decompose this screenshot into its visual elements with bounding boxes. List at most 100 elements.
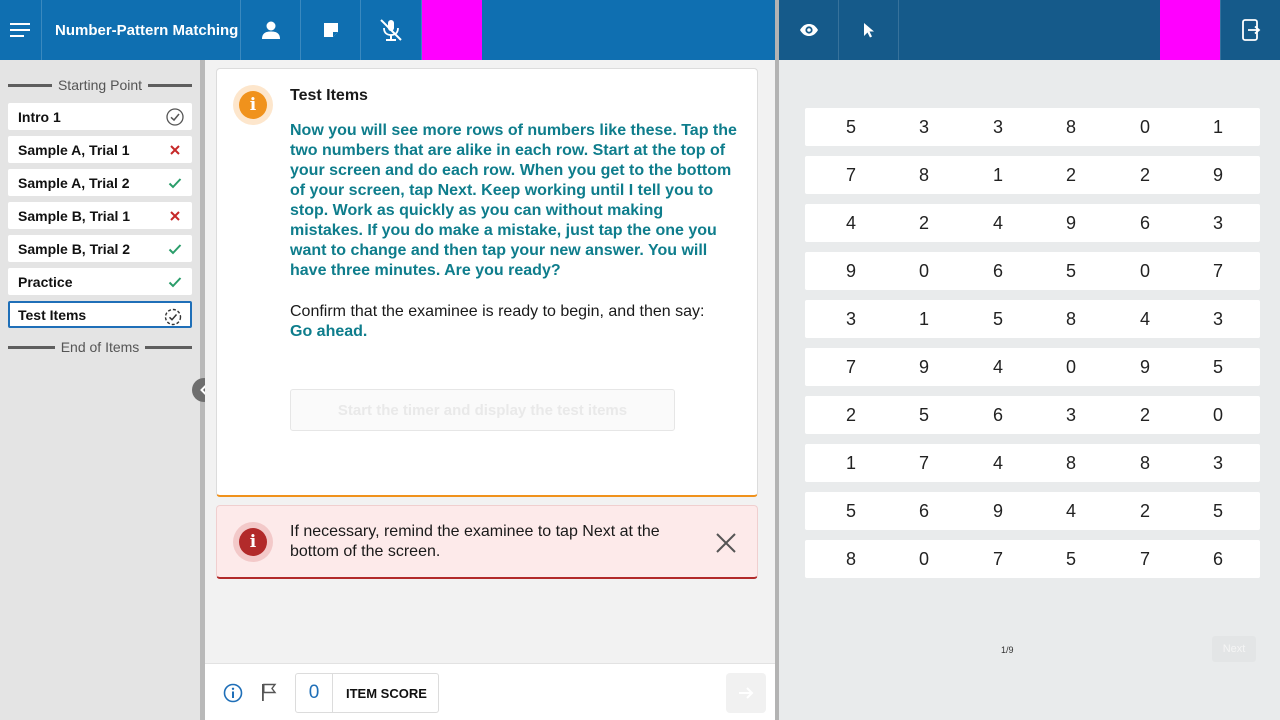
number-cell[interactable]: 7	[978, 540, 1018, 578]
person-icon	[261, 21, 280, 39]
flag-icon[interactable]	[259, 682, 279, 702]
number-cell[interactable]: 0	[1198, 396, 1238, 434]
number-cell[interactable]: 4	[978, 348, 1018, 386]
view-button[interactable]	[779, 0, 839, 60]
number-cell[interactable]: 4	[1125, 300, 1165, 338]
number-cell[interactable]: 2	[904, 204, 944, 242]
info-circle-icon[interactable]	[223, 683, 243, 703]
number-cell[interactable]: 3	[831, 300, 871, 338]
microphone-button[interactable]	[361, 0, 422, 60]
magenta-button[interactable]	[1160, 0, 1220, 60]
confirm-say-text: Go ahead.	[290, 323, 368, 340]
number-cell[interactable]: 6	[904, 492, 944, 530]
number-cell[interactable]: 1	[978, 156, 1018, 194]
number-cell[interactable]: 7	[831, 156, 871, 194]
examinee-info-button[interactable]	[241, 0, 301, 60]
number-cell[interactable]: 4	[831, 204, 871, 242]
x-mark-icon	[166, 141, 184, 159]
exit-button[interactable]	[1220, 0, 1280, 60]
number-cell[interactable]: 5	[1198, 348, 1238, 386]
number-cell[interactable]: 0	[1125, 108, 1165, 146]
number-cell[interactable]: 0	[904, 540, 944, 578]
number-cell[interactable]: 7	[1198, 252, 1238, 290]
number-cell[interactable]: 6	[978, 396, 1018, 434]
number-cell[interactable]: 4	[978, 444, 1018, 482]
close-icon[interactable]	[715, 532, 737, 554]
number-cell[interactable]: 9	[904, 348, 944, 386]
number-cell[interactable]: 2	[1125, 396, 1165, 434]
number-cell[interactable]: 3	[904, 108, 944, 146]
sidebar-item-intro-1[interactable]: Intro 1	[8, 103, 192, 130]
sidebar-item-label: Practice	[18, 273, 73, 290]
magenta-button[interactable]	[422, 0, 482, 60]
number-cell[interactable]: 7	[831, 348, 871, 386]
sidebar-item-practice[interactable]: Practice	[8, 268, 192, 295]
number-cell[interactable]: 2	[1051, 156, 1091, 194]
number-cell[interactable]: 1	[831, 444, 871, 482]
number-cell[interactable]: 3	[978, 108, 1018, 146]
number-cell[interactable]: 2	[1125, 492, 1165, 530]
number-cell[interactable]: 4	[1051, 492, 1091, 530]
number-row: 256320	[805, 396, 1260, 434]
number-cell[interactable]: 1	[1198, 108, 1238, 146]
number-cell[interactable]: 1	[904, 300, 944, 338]
number-row: 807576	[805, 540, 1260, 578]
alert-icon: i	[233, 522, 273, 562]
number-cell[interactable]: 8	[1051, 444, 1091, 482]
number-cell[interactable]: 6	[1198, 540, 1238, 578]
number-cell[interactable]: 9	[1125, 348, 1165, 386]
number-cell[interactable]: 8	[1125, 444, 1165, 482]
notes-button[interactable]	[301, 0, 361, 60]
number-cell[interactable]: 5	[1051, 540, 1091, 578]
sidebar-item-sample-a-trial-2[interactable]: Sample A, Trial 2	[8, 169, 192, 196]
number-cell[interactable]: 9	[831, 252, 871, 290]
pointer-button[interactable]	[839, 0, 899, 60]
number-cell[interactable]: 0	[904, 252, 944, 290]
number-cell[interactable]: 4	[978, 204, 1018, 242]
next-button[interactable]: Next	[1212, 636, 1256, 662]
number-row: 781229	[805, 156, 1260, 194]
number-cell[interactable]: 0	[1051, 348, 1091, 386]
number-cell[interactable]: 9	[978, 492, 1018, 530]
number-cell[interactable]: 0	[1125, 252, 1165, 290]
number-cell[interactable]: 5	[1051, 252, 1091, 290]
number-cell[interactable]: 6	[1125, 204, 1165, 242]
number-cell[interactable]: 8	[1051, 300, 1091, 338]
check-icon	[166, 273, 184, 291]
number-cell[interactable]: 5	[1198, 492, 1238, 530]
instruction-card: i Test Items Now you will see more rows …	[216, 68, 758, 497]
number-cell[interactable]: 5	[904, 396, 944, 434]
end-of-items-separator: End of Items	[8, 339, 192, 355]
menu-button[interactable]	[0, 0, 42, 60]
number-cell[interactable]: 5	[831, 492, 871, 530]
number-cell[interactable]: 6	[978, 252, 1018, 290]
number-cell[interactable]: 3	[1051, 396, 1091, 434]
sidebar-item-label: Sample A, Trial 1	[18, 141, 130, 158]
start-timer-button[interactable]: Start the timer and display the test ite…	[290, 389, 675, 431]
sidebar-item-label: Sample B, Trial 1	[18, 207, 131, 224]
number-cell[interactable]: 5	[831, 108, 871, 146]
number-cell[interactable]: 3	[1198, 444, 1238, 482]
number-cell[interactable]: 8	[904, 156, 944, 194]
number-cell[interactable]: 3	[1198, 204, 1238, 242]
number-cell[interactable]: 2	[1125, 156, 1165, 194]
confirm-instruction: Confirm that the examinee is ready to be…	[290, 302, 745, 342]
examiner-app: Number-Pattern Matching Starting Point I…	[0, 0, 775, 720]
number-cell[interactable]: 2	[831, 396, 871, 434]
sidebar-item-sample-a-trial-1[interactable]: Sample A, Trial 1	[8, 136, 192, 163]
sidebar-item-test-items[interactable]: Test Items	[8, 301, 192, 328]
sidebar-item-sample-b-trial-2[interactable]: Sample B, Trial 2	[8, 235, 192, 262]
mic-muted-icon	[380, 19, 402, 41]
number-cell[interactable]: 7	[904, 444, 944, 482]
number-cell[interactable]: 9	[1051, 204, 1091, 242]
number-cell[interactable]: 7	[1125, 540, 1165, 578]
next-item-button[interactable]	[726, 673, 766, 713]
number-cell[interactable]: 8	[831, 540, 871, 578]
number-cell[interactable]: 3	[1198, 300, 1238, 338]
sidebar-item-sample-b-trial-1[interactable]: Sample B, Trial 1	[8, 202, 192, 229]
number-cell[interactable]: 9	[1198, 156, 1238, 194]
item-score-box[interactable]: 0 ITEM SCORE	[295, 673, 439, 713]
number-row: 174883	[805, 444, 1260, 482]
number-cell[interactable]: 8	[1051, 108, 1091, 146]
number-cell[interactable]: 5	[978, 300, 1018, 338]
